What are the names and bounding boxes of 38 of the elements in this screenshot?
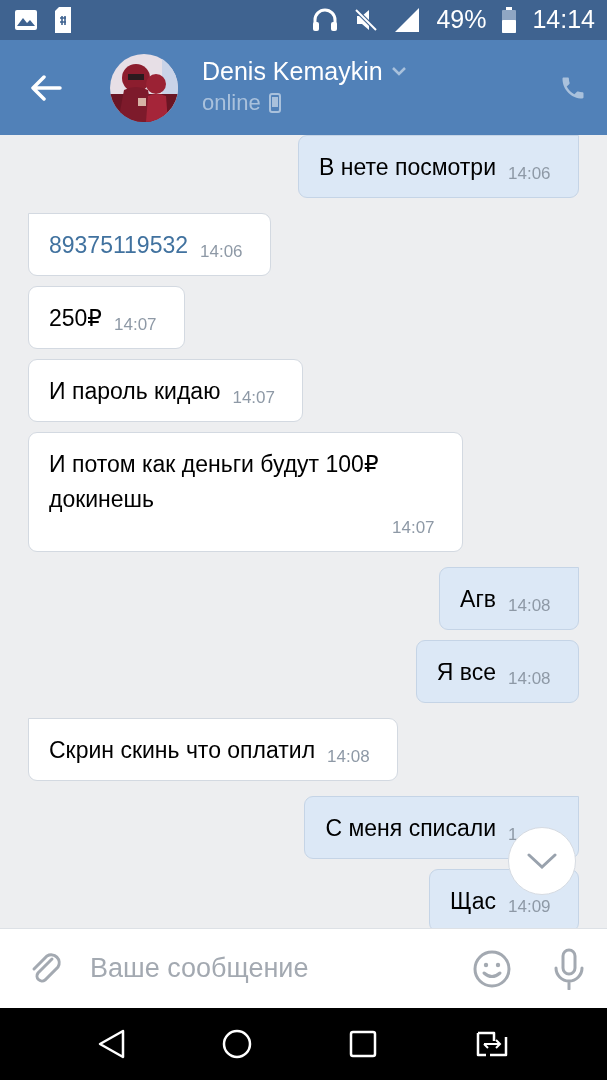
microphone-icon[interactable]: [553, 947, 585, 990]
back-icon[interactable]: [96, 1029, 125, 1059]
message-time: 14:07: [113, 313, 158, 336]
message-time: 14:06: [199, 240, 244, 263]
headphones-icon: [312, 8, 339, 32]
message-time: 14:07: [231, 386, 276, 409]
message-text: И потом как деньги будут 100₽ докинешь: [49, 449, 380, 514]
muted-speaker-icon: [354, 8, 379, 32]
image-icon: [14, 9, 38, 31]
message-time: 14:09: [507, 896, 552, 919]
message-text: И пароль кидаю: [49, 376, 221, 406]
phone-device-icon: [268, 92, 281, 113]
message-text: С меня списали: [325, 813, 496, 843]
sim-card-icon: [54, 7, 72, 33]
message-time: 14:08: [326, 745, 371, 768]
message-time: 14:06: [507, 162, 552, 185]
message-text: 250₽: [49, 303, 102, 333]
message-text: Щас: [449, 886, 496, 916]
online-status: online: [202, 89, 261, 117]
message-text: Скрин скинь что оплатил: [49, 735, 316, 765]
clock: 14:14: [532, 4, 595, 36]
message-text: Агв: [460, 584, 496, 614]
message-time: 14:08: [507, 667, 552, 690]
phone-link[interactable]: 89375119532: [49, 227, 188, 263]
back-arrow-icon[interactable]: [30, 74, 62, 101]
contact-name[interactable]: Denis Kemaykin: [202, 56, 383, 86]
battery-percentage: 49%: [436, 4, 487, 36]
message-time: 14:08: [507, 594, 552, 617]
message-text: Я все: [436, 657, 496, 687]
home-icon[interactable]: [221, 1029, 252, 1059]
emoji-icon[interactable]: [473, 949, 511, 988]
chevron-down-icon[interactable]: [390, 66, 407, 76]
message-time: 14:07: [391, 516, 436, 539]
recent-apps-icon[interactable]: [349, 1030, 378, 1058]
signal-icon: [394, 7, 421, 33]
battery-icon: [502, 7, 517, 33]
message-time: 1: [507, 823, 519, 846]
message-text: В нете посмотри: [319, 153, 496, 182]
